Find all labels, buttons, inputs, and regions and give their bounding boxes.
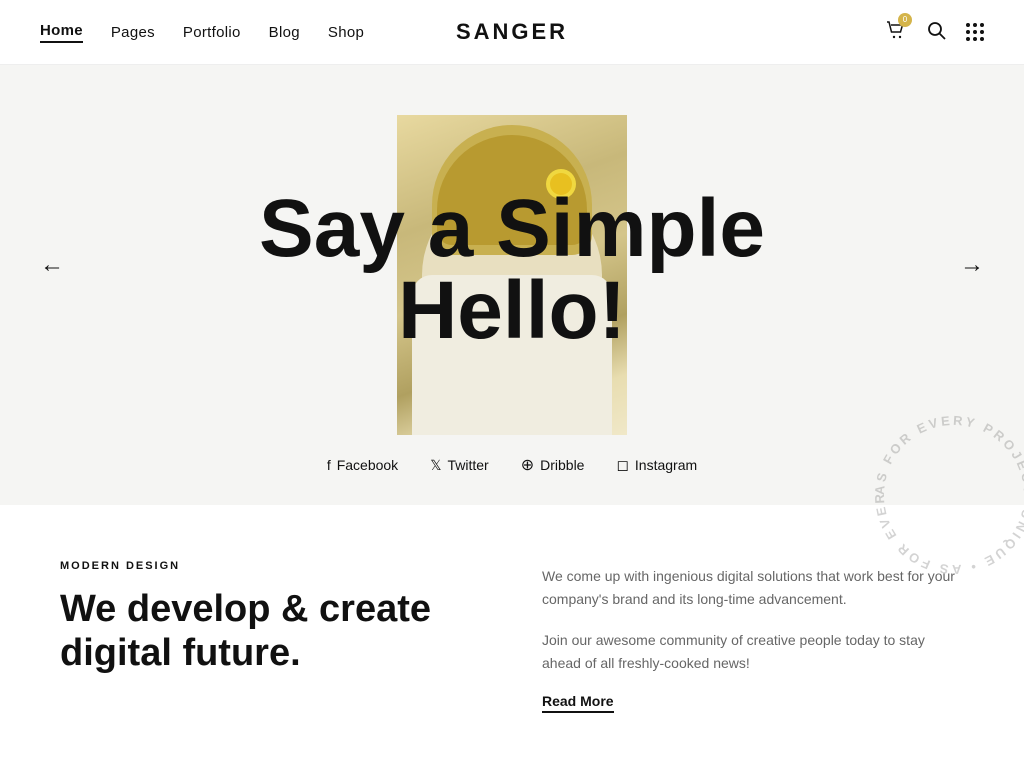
- hero-section: ← Say a Simple Hello! f Facebook 𝕏 Twitt…: [0, 65, 1024, 505]
- facebook-label: Facebook: [337, 457, 398, 473]
- cart-badge: 0: [898, 13, 912, 27]
- dribble-label: Dribble: [540, 457, 584, 473]
- nav-pages[interactable]: Pages: [111, 24, 155, 41]
- twitter-link[interactable]: 𝕏 Twitter: [430, 457, 489, 474]
- facebook-icon: f: [327, 457, 331, 473]
- site-logo[interactable]: SANGER: [456, 19, 568, 45]
- nav-blog[interactable]: Blog: [269, 24, 300, 41]
- site-header: Home Pages Portfolio Blog Shop SANGER 0: [0, 0, 1024, 65]
- section-tag: MODERN DESIGN: [60, 560, 482, 572]
- circular-text: AS FOR EVERY PROJECT. UNIQUE • AS FOR EV…: [864, 405, 1024, 585]
- instagram-label: Instagram: [635, 457, 697, 473]
- search-icon[interactable]: [926, 20, 946, 45]
- twitter-label: Twitter: [447, 457, 488, 473]
- hero-image: [397, 115, 627, 435]
- dribble-icon: ⊕: [521, 455, 534, 475]
- hero-content: Say a Simple Hello!: [60, 105, 964, 435]
- dribble-link[interactable]: ⊕ Dribble: [521, 455, 585, 475]
- social-links: f Facebook 𝕏 Twitter ⊕ Dribble ◻ Instagr…: [327, 455, 697, 475]
- section-heading: We develop & createdigital future.: [60, 588, 482, 675]
- nav-shop[interactable]: Shop: [328, 24, 364, 41]
- svg-text:AS FOR EVERY PROJECT. UNIQUE •: AS FOR EVERY PROJECT. UNIQUE • AS FOR EV…: [864, 405, 1024, 577]
- nav-home[interactable]: Home: [40, 22, 83, 43]
- twitter-icon: 𝕏: [430, 457, 441, 474]
- header-icons: 0: [884, 19, 984, 46]
- facebook-link[interactable]: f Facebook: [327, 457, 398, 473]
- nav-portfolio[interactable]: Portfolio: [183, 24, 241, 41]
- section-text-2: Join our awesome community of creative p…: [542, 629, 964, 675]
- read-more-link[interactable]: Read More: [542, 693, 614, 713]
- main-nav: Home Pages Portfolio Blog Shop: [40, 22, 364, 43]
- grid-menu-icon[interactable]: [966, 23, 984, 41]
- instagram-icon: ◻: [616, 456, 628, 474]
- cart-icon[interactable]: 0: [884, 19, 906, 46]
- instagram-link[interactable]: ◻ Instagram: [616, 456, 697, 474]
- hero-next-button[interactable]: →: [960, 251, 984, 279]
- section-left: MODERN DESIGN We develop & createdigital…: [60, 560, 482, 713]
